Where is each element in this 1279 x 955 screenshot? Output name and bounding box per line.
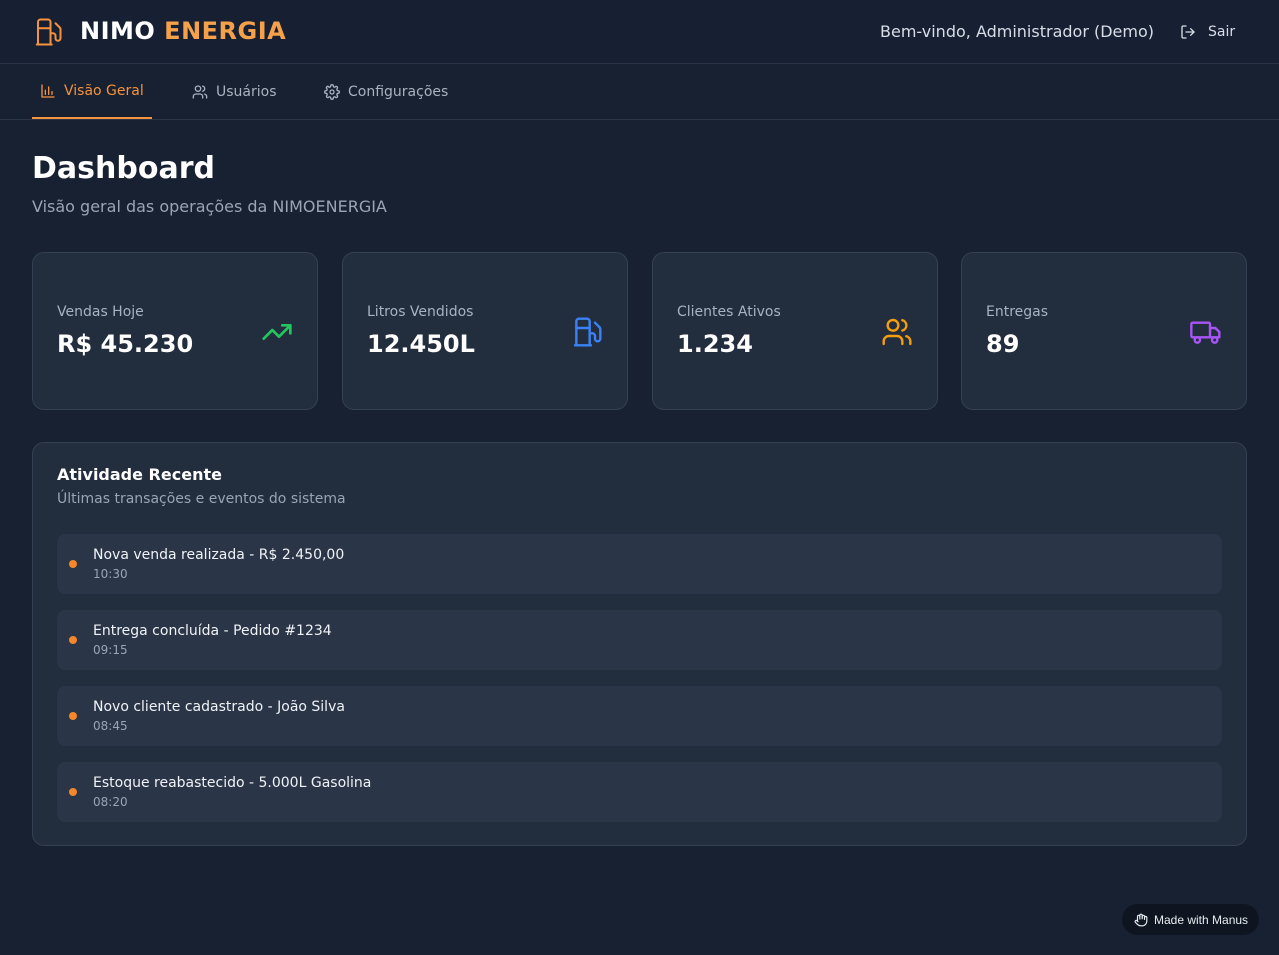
tab-users-label: Usuários: [216, 84, 277, 100]
stat-value: 12.450L: [367, 330, 475, 358]
stat-card-liters-sold: Litros Vendidos 12.450L: [342, 252, 628, 410]
activity-text: Nova venda realizada - R$ 2.450,00: [93, 547, 345, 563]
tab-overview[interactable]: Visão Geral: [32, 65, 152, 119]
stat-card-deliveries: Entregas 89: [961, 252, 1247, 410]
recent-activity-panel: Atividade Recente Últimas transações e e…: [32, 442, 1247, 846]
activity-dot: [69, 636, 77, 644]
tab-overview-label: Visão Geral: [64, 83, 144, 99]
stat-label: Clientes Ativos: [677, 304, 781, 320]
activity-time: 08:20: [93, 795, 128, 809]
gear-icon: [324, 84, 340, 100]
fuel-pump-logo-icon: [35, 18, 62, 46]
brand-part-1: NIMO: [80, 17, 156, 45]
page-title: Dashboard: [32, 151, 215, 186]
activity-text: Novo cliente cadastrado - João Silva: [93, 699, 345, 715]
stat-value: 89: [986, 330, 1020, 358]
fuel-icon: [573, 317, 602, 347]
stat-value: 1.234: [677, 330, 753, 358]
page-subtitle: Visão geral das operações da NIMOENERGIA: [32, 197, 387, 216]
activity-item: Novo cliente cadastrado - João Silva 08:…: [57, 686, 1222, 746]
welcome-message: Bem-vindo, Administrador (Demo): [880, 22, 1154, 41]
truck-icon: [1190, 321, 1221, 344]
activity-item: Nova venda realizada - R$ 2.450,00 10:30: [57, 534, 1222, 594]
activity-dot: [69, 560, 77, 568]
made-with-manus-badge[interactable]: Made with Manus: [1122, 904, 1259, 935]
logout-label: Sair: [1208, 24, 1236, 40]
activity-time: 10:30: [93, 567, 128, 581]
stat-label: Litros Vendidos: [367, 304, 474, 320]
logout-button[interactable]: Sair: [1172, 16, 1254, 48]
activity-time: 08:45: [93, 719, 128, 733]
badge-label: Made with Manus: [1154, 912, 1249, 927]
nav-tabs: Visão Geral Usuários Configurações: [0, 65, 1279, 120]
activity-item: Estoque reabastecido - 5.000L Gasolina 0…: [57, 762, 1222, 822]
manus-icon: [1134, 913, 1148, 926]
brand-name: NIMO ENERGIA: [80, 16, 286, 46]
activity-time: 09:15: [93, 643, 128, 657]
bar-chart-icon: [41, 84, 55, 98]
tab-settings-label: Configurações: [348, 84, 449, 100]
stat-card-active-clients: Clientes Ativos 1.234: [652, 252, 938, 410]
activity-subtitle: Últimas transações e eventos do sistema: [57, 491, 346, 507]
activity-text: Estoque reabastecido - 5.000L Gasolina: [93, 775, 372, 791]
users-icon: [882, 318, 912, 346]
tab-settings[interactable]: Configurações: [316, 65, 448, 119]
stat-label: Entregas: [986, 304, 1049, 320]
activity-dot: [69, 788, 77, 796]
activity-title: Atividade Recente: [57, 465, 222, 484]
users-icon: [192, 85, 208, 99]
logout-icon: [1181, 25, 1195, 39]
stat-value: R$ 45.230: [57, 330, 194, 358]
activity-dot: [69, 712, 77, 720]
brand-part-2: ENERGIA: [164, 17, 287, 45]
activity-item: Entrega concluída - Pedido #1234 09:15: [57, 610, 1222, 670]
tab-users[interactable]: Usuários: [184, 65, 277, 119]
top-header: NIMO ENERGIA Bem-vindo, Administrador (D…: [0, 0, 1279, 64]
stat-card-sales-today: Vendas Hoje R$ 45.230: [32, 252, 318, 410]
stat-label: Vendas Hoje: [57, 304, 144, 320]
trending-up-icon: [262, 324, 292, 340]
activity-text: Entrega concluída - Pedido #1234: [93, 623, 332, 639]
